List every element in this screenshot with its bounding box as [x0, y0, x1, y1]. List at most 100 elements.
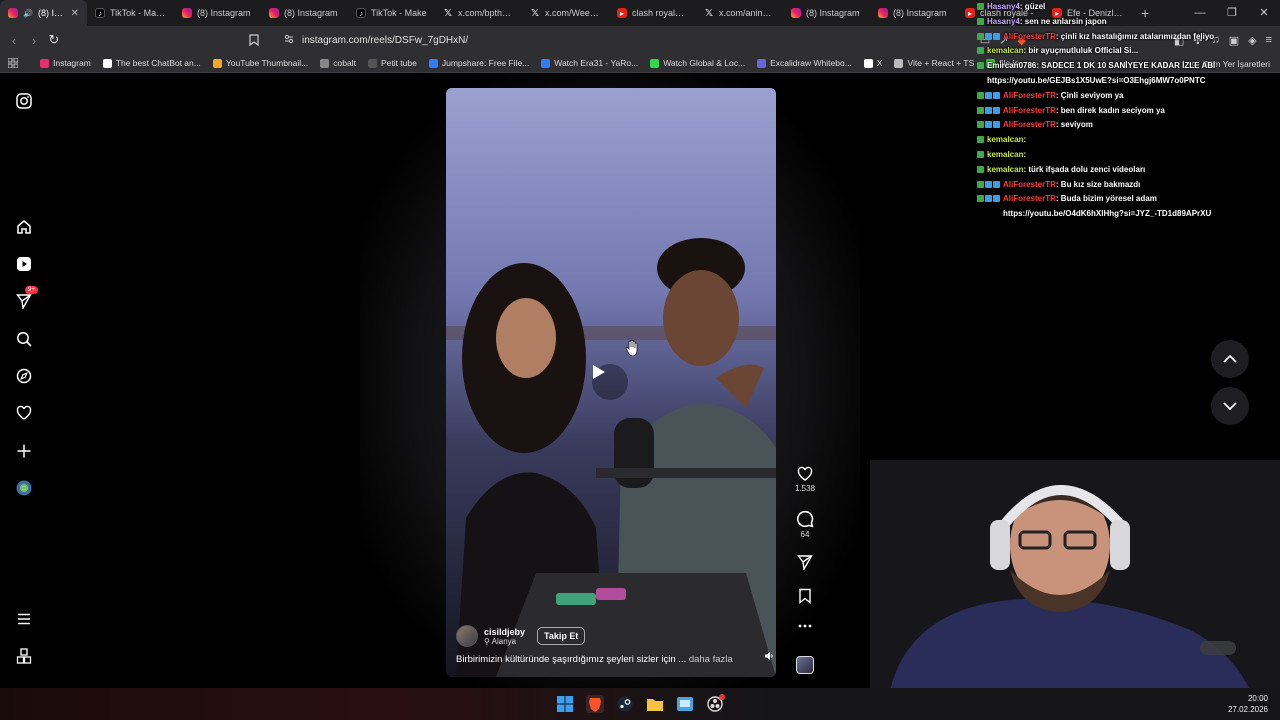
- explore-icon[interactable]: [14, 366, 34, 386]
- chat-username[interactable]: kemalcan: [987, 165, 1023, 174]
- chat-message-body: AliForesterTR: seviyom: [1003, 118, 1093, 133]
- chat-username[interactable]: AliForesterTR: [1003, 180, 1056, 189]
- brave-browser-icon[interactable]: [586, 695, 604, 713]
- bookmark-page-icon[interactable]: [249, 33, 259, 51]
- next-reel-button[interactable]: [1211, 387, 1249, 425]
- chat-text: : güzel: [1019, 2, 1046, 11]
- profile-avatar-icon[interactable]: [14, 478, 34, 498]
- bookmark-item[interactable]: X: [858, 58, 889, 68]
- browser-tab[interactable]: (8) Instagram: [783, 0, 870, 26]
- browser-tab[interactable]: ▸ clash royale - Y: [609, 0, 696, 26]
- bookmark-favicon-icon: [894, 58, 904, 68]
- audio-thumbnail[interactable]: [790, 656, 820, 674]
- bookmark-item[interactable]: Petit tube: [362, 58, 423, 68]
- app-icon[interactable]: [676, 695, 694, 713]
- play-button[interactable]: [592, 364, 628, 400]
- browser-tab[interactable]: 🔊 (8) Insta ✕: [0, 0, 87, 26]
- back-icon[interactable]: ‹: [4, 33, 24, 48]
- browser-tab[interactable]: ♪ TikTok - Make Y: [87, 0, 174, 26]
- author-location[interactable]: ⚲ Alanya: [484, 637, 525, 646]
- chat-username[interactable]: AliForesterTR: [1003, 32, 1056, 41]
- notifications-heart-icon[interactable]: [14, 403, 34, 423]
- browser-tab[interactable]: 𝕏x.com/anindan: [696, 0, 783, 26]
- system-clock[interactable]: 20:00 27.02.2026: [1228, 693, 1268, 715]
- reel-video[interactable]: cisildjeby ⚲ Alanya Takip Et Birbirimizi…: [446, 88, 776, 677]
- file-explorer-icon[interactable]: [646, 695, 664, 713]
- chat-username[interactable]: kemalcan: [987, 135, 1023, 144]
- forward-icon[interactable]: ›: [24, 33, 44, 48]
- obs-icon[interactable]: [706, 694, 725, 713]
- bookmark-item[interactable]: Jumpshare: Free File...: [423, 58, 535, 68]
- instagram-icon: [8, 8, 18, 18]
- browser-tab[interactable]: 𝕏x.com/WeedPo: [522, 0, 609, 26]
- bookmark-item[interactable]: Watch Era31 - YaRo...: [535, 58, 644, 68]
- reload-icon[interactable]: ↻: [44, 32, 64, 48]
- messages-badge: 9+: [25, 286, 38, 294]
- chat-text: : türk ifşada dolu zenci videoları: [1023, 164, 1146, 174]
- search-icon[interactable]: [14, 329, 34, 349]
- bookmark-item[interactable]: Instagram: [34, 58, 97, 68]
- chat-username[interactable]: Hasany4: [987, 2, 1020, 11]
- chat-message-body: AliForesterTR: ben direk kadın seciyom y…: [1003, 104, 1165, 119]
- tab-close-icon[interactable]: ✕: [71, 8, 79, 19]
- chevron-down-icon: [1223, 402, 1237, 410]
- chat-username[interactable]: kemalcan: [987, 46, 1023, 55]
- chat-username[interactable]: Hasany4: [987, 17, 1020, 26]
- bookmark-item[interactable]: cobalt: [314, 58, 362, 68]
- chat-badges: [977, 3, 984, 10]
- bookmark-favicon-icon: [367, 58, 377, 68]
- browser-tab[interactable]: (8) Instagram: [261, 0, 348, 26]
- audio-thumbnail-image: [796, 656, 814, 674]
- instagram-logo-icon[interactable]: [14, 91, 34, 111]
- save-action[interactable]: [790, 588, 820, 604]
- reel-author: cisildjeby ⚲ Alanya Takip Et: [456, 625, 586, 647]
- home-icon[interactable]: [14, 217, 34, 237]
- share-action[interactable]: [790, 554, 820, 570]
- chat-username[interactable]: AliForesterTR: [1003, 106, 1056, 115]
- chat-username[interactable]: Emircan0786: [987, 61, 1036, 70]
- previous-reel-button[interactable]: [1211, 340, 1249, 378]
- chat-badges: [977, 32, 1000, 40]
- chat-username[interactable]: AliForesterTR: [1003, 120, 1056, 129]
- chat-badges: [977, 121, 1000, 129]
- more-menu-icon[interactable]: [14, 609, 34, 629]
- apps-icon[interactable]: [0, 58, 24, 68]
- bookmark-item[interactable]: The best ChatBot an...: [97, 58, 207, 68]
- chat-badge-icon: [993, 91, 1000, 99]
- chat-username[interactable]: AliForesterTR: [1003, 194, 1056, 203]
- tab-audio-icon[interactable]: 🔊: [23, 9, 33, 18]
- chat-message-body: AliForesterTR: Bu kız size bakmazdı: [1003, 178, 1140, 193]
- windows-start-icon[interactable]: [556, 695, 574, 713]
- author-username[interactable]: cisildjeby: [484, 627, 525, 637]
- chat-username[interactable]: AliForesterTR: [1003, 91, 1056, 100]
- bookmark-item[interactable]: Watch Global & Loc...: [644, 58, 751, 68]
- reels-icon[interactable]: [14, 254, 34, 274]
- chat-text: : bir ayuçmutluluk Official Si...: [1023, 46, 1139, 56]
- browser-tab[interactable]: (8) Instagram: [174, 0, 261, 26]
- steam-icon[interactable]: [616, 695, 634, 713]
- create-plus-icon[interactable]: [14, 441, 34, 461]
- messages-icon[interactable]: 9+: [14, 286, 38, 311]
- like-action[interactable]: 1.538: [790, 466, 820, 493]
- chat-username[interactable]: kemalcan: [987, 150, 1023, 159]
- url-field[interactable]: instagram.com/reels/DSFw_7gDHxN/: [274, 29, 994, 51]
- meta-apps-icon[interactable]: [14, 646, 34, 666]
- author-avatar[interactable]: [456, 625, 478, 647]
- comment-action[interactable]: 64: [790, 510, 820, 539]
- browser-tab[interactable]: ♪ TikTok - Make: [348, 0, 435, 26]
- more-options-icon[interactable]: [790, 624, 820, 628]
- comment-count: 64: [800, 530, 810, 539]
- bookmark-label: Excalidraw Whitebo...: [770, 58, 852, 68]
- chat-message: Emircan0786: SADECE 1 DK 10 SANİYEYE KAD…: [977, 59, 1277, 89]
- caption-more-link[interactable]: daha fazla: [689, 654, 733, 665]
- x-icon: 𝕏: [530, 7, 540, 19]
- bookmark-item[interactable]: YouTube Thumbnail...: [207, 58, 314, 68]
- browser-tab[interactable]: 𝕏x.com/bpthabe: [435, 0, 522, 26]
- bookmark-item[interactable]: Vite + React + TS: [888, 58, 980, 68]
- browser-tab[interactable]: (8) Instagram: [870, 0, 957, 26]
- clock-time: 20:00: [1247, 694, 1268, 703]
- bookmark-item[interactable]: Excalidraw Whitebo...: [751, 58, 858, 68]
- site-info-icon[interactable]: [284, 34, 294, 47]
- like-heart-icon: [797, 466, 813, 481]
- follow-button[interactable]: Takip Et: [537, 627, 586, 645]
